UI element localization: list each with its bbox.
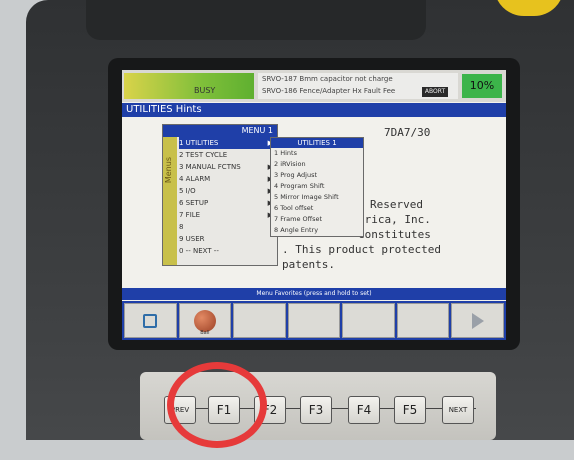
menu-item-label: 9 USER	[179, 235, 205, 243]
menu-item-label: 1 UTILITIES	[179, 139, 219, 147]
menu-item-label: 2 TEST CYCLE	[179, 151, 228, 159]
fkey-slot-3[interactable]	[233, 303, 286, 338]
submenu-item-frame-offset[interactable]: 7 Frame Offset	[271, 214, 363, 225]
side-tab-label: Menus	[164, 157, 173, 184]
play-icon	[471, 312, 484, 329]
status-tag: ABORT	[422, 87, 448, 97]
book-icon	[143, 313, 158, 328]
submenu-item-mirror-image-shift[interactable]: 5 Mirror Image Shift	[271, 192, 363, 203]
status-indicators: BUSY	[124, 73, 254, 99]
fkey-slot-1[interactable]	[124, 303, 177, 338]
submenu-item-tool-offset[interactable]: 6 Tool offset	[271, 203, 363, 214]
menu-item-io[interactable]: 5 I/O ▶	[179, 185, 275, 197]
function-key-bar: Ball	[122, 301, 506, 340]
menu-item-label: 5 I/O	[179, 187, 196, 195]
submenu-item-prog-adjust[interactable]: 3 Prog Adjust	[271, 170, 363, 181]
status-bar: BUSY SRVO-187 Bmm capacitor not charge S…	[122, 70, 506, 102]
pendant-screen: BUSY SRVO-187 Bmm capacitor not charge S…	[122, 70, 506, 340]
submenu-item-irvision[interactable]: 2 iRVision	[271, 159, 363, 170]
hint-line: 7DA7/30	[384, 126, 431, 139]
menu-item-label: 4 ALARM	[179, 175, 211, 183]
submenu-header: UTILITIES 1	[271, 138, 363, 148]
menu-item-8[interactable]: 8	[179, 221, 275, 233]
ball-icon	[193, 309, 216, 332]
highlight-circle	[167, 362, 267, 448]
fkey-slot-4[interactable]	[287, 303, 341, 338]
menu-item-alarm[interactable]: 4 ALARM ▶	[179, 173, 275, 185]
menus-side-tab[interactable]: Menus	[163, 137, 177, 265]
menu-item-setup[interactable]: 6 SETUP ▶	[179, 197, 275, 209]
submenu-item-hints[interactable]: 1 Hints	[271, 148, 363, 159]
hint-line: patents.	[282, 258, 335, 271]
menu-item-label: 8	[179, 223, 184, 231]
menu-item-label: 3 MANUAL FCTNS	[179, 163, 241, 171]
f5-key[interactable]: F5	[394, 396, 426, 424]
menu-item-label: 7 FILE	[179, 211, 201, 219]
housing-top-tab	[86, 0, 426, 40]
fkey-slot-6[interactable]	[396, 303, 450, 338]
hint-line: . This product protected	[282, 243, 441, 256]
next-key[interactable]: NEXT	[442, 396, 474, 424]
hint-line: Reserved	[370, 198, 423, 211]
fkey-slot-2[interactable]: Ball	[178, 303, 232, 338]
menu-item-test-cycle[interactable]: 2 TEST CYCLE	[179, 149, 275, 161]
screen-title: UTILITIES Hints	[122, 103, 506, 117]
speed-override[interactable]: 10%	[462, 74, 502, 98]
menu-item-file[interactable]: 7 FILE ▶	[179, 209, 275, 221]
busy-indicator: BUSY	[194, 86, 216, 95]
fkey-slot-7[interactable]	[451, 303, 505, 338]
f4-key[interactable]: F4	[348, 396, 380, 424]
fkey-label: Ball	[200, 330, 210, 336]
main-menu: MENU 1 Menus 1 UTILITIES ▶ 2 TEST CYCLE …	[162, 124, 278, 266]
fkey-slot-5[interactable]	[342, 303, 395, 338]
menu-item-utilities[interactable]: 1 UTILITIES ▶	[179, 137, 275, 149]
menu-item-next[interactable]: 0 -- NEXT --	[179, 245, 275, 257]
menu-item-label: 0 -- NEXT --	[179, 247, 219, 255]
submenu-item-angle-entry[interactable]: 8 Angle Entry	[271, 225, 363, 236]
submenu-item-program-shift[interactable]: 4 Program Shift	[271, 181, 363, 192]
alarm-line-1: SRVO-187 Bmm capacitor not charge	[262, 75, 393, 83]
main-menu-header: MENU 1	[163, 125, 277, 137]
hint-line: erica, Inc.	[358, 213, 431, 226]
menu-item-label: 6 SETUP	[179, 199, 209, 207]
favorites-prompt: Menu Favorites (press and hold to set)	[122, 288, 506, 300]
f3-key[interactable]: F3	[300, 396, 332, 424]
hint-line: constitutes	[358, 228, 431, 241]
menu-item-manual-fctns[interactable]: 3 MANUAL FCTNS ▶	[179, 161, 275, 173]
menu-item-user[interactable]: 9 USER	[179, 233, 275, 245]
utilities-submenu: UTILITIES 1 1 Hints 2 iRVision 3 Prog Ad…	[270, 137, 364, 237]
